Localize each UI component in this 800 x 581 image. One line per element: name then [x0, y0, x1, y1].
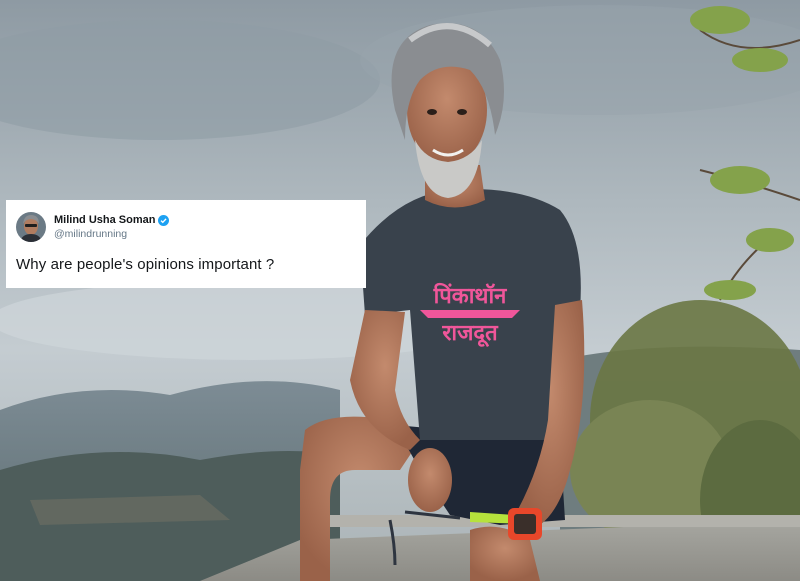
avatar[interactable] — [16, 212, 46, 242]
tweet-author: Milind Usha Soman @milindrunning — [54, 213, 170, 241]
shirt-print-line2: राजदूत — [441, 321, 499, 348]
background-photo: पिंकाथॉन राजदूत — [0, 0, 800, 581]
display-name[interactable]: Milind Usha Soman — [54, 213, 155, 227]
handle[interactable]: @milindrunning — [54, 227, 169, 241]
verified-badge-icon — [158, 214, 170, 226]
tweet-header: Milind Usha Soman @milindrunning — [16, 212, 354, 242]
tweet-card[interactable]: Milind Usha Soman @milindrunning Why are… — [6, 200, 366, 288]
shirt-print-line1: पिंकाथॉन — [433, 282, 508, 309]
tweet-text: Why are people's opinions important ? — [16, 256, 275, 273]
